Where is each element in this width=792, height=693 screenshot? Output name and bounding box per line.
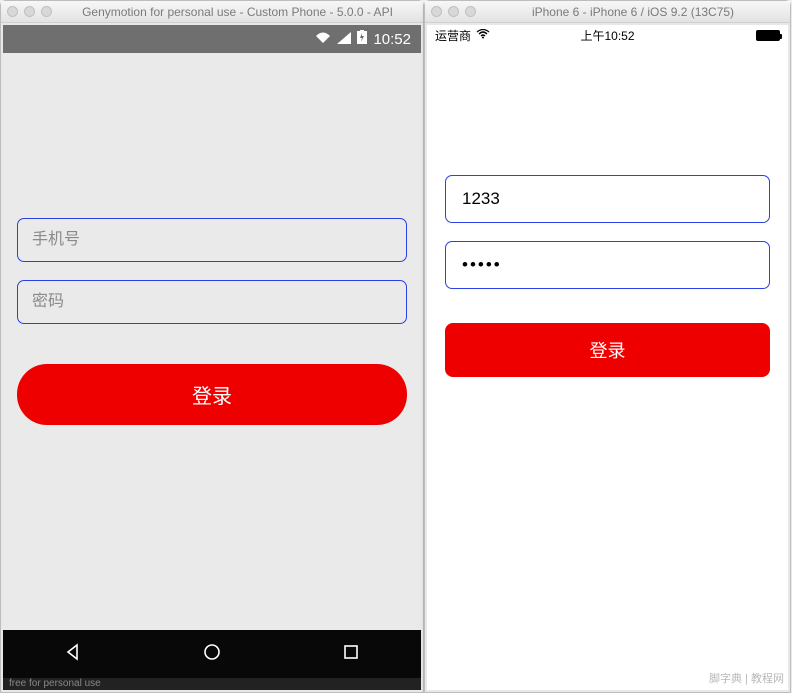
- genymotion-footer: free for personal use: [3, 678, 421, 690]
- battery-icon: [756, 30, 780, 41]
- android-screen: 10:52 登录 free for personal use: [3, 25, 421, 690]
- close-dot[interactable]: [7, 6, 18, 17]
- ios-title: iPhone 6 - iPhone 6 / iOS 9.2 (13C75): [482, 5, 784, 19]
- android-navbar: [3, 630, 421, 678]
- android-time: 10:52: [373, 31, 411, 48]
- minimize-dot[interactable]: [448, 6, 459, 17]
- android-login-form: 登录: [3, 53, 421, 630]
- close-dot[interactable]: [431, 6, 442, 17]
- recent-icon[interactable]: [340, 641, 362, 668]
- ios-time: 上午10:52: [427, 27, 788, 44]
- back-icon[interactable]: [62, 641, 84, 668]
- ios-simulator-window: iPhone 6 - iPhone 6 / iOS 9.2 (13C75) 运营…: [424, 0, 791, 693]
- login-button[interactable]: 登录: [17, 364, 407, 425]
- home-icon[interactable]: [201, 641, 223, 668]
- battery-icon: [357, 30, 367, 48]
- signal-icon: [337, 31, 351, 48]
- ios-screen: 运营商 上午10:52 登录 脚字典 | 教程网: [427, 25, 788, 690]
- android-statusbar: 10:52: [3, 25, 421, 53]
- zoom-dot[interactable]: [465, 6, 476, 17]
- genymotion-footer-text: free for personal use: [9, 678, 101, 689]
- login-button[interactable]: 登录: [445, 323, 770, 377]
- phone-input[interactable]: [445, 175, 770, 223]
- zoom-dot[interactable]: [41, 6, 52, 17]
- wifi-icon: [315, 31, 331, 48]
- password-input[interactable]: [17, 280, 407, 324]
- genymotion-title: Genymotion for personal use - Custom Pho…: [58, 5, 417, 19]
- minimize-dot[interactable]: [24, 6, 35, 17]
- genymotion-window: Genymotion for personal use - Custom Pho…: [0, 0, 424, 693]
- ios-login-form: 登录: [427, 45, 788, 690]
- genymotion-titlebar: Genymotion for personal use - Custom Pho…: [1, 1, 423, 23]
- ios-statusbar: 运营商 上午10:52: [427, 25, 788, 45]
- ios-titlebar: iPhone 6 - iPhone 6 / iOS 9.2 (13C75): [425, 1, 790, 23]
- phone-input[interactable]: [17, 218, 407, 262]
- password-input[interactable]: [445, 241, 770, 289]
- watermark: 脚字典 | 教程网: [709, 670, 784, 686]
